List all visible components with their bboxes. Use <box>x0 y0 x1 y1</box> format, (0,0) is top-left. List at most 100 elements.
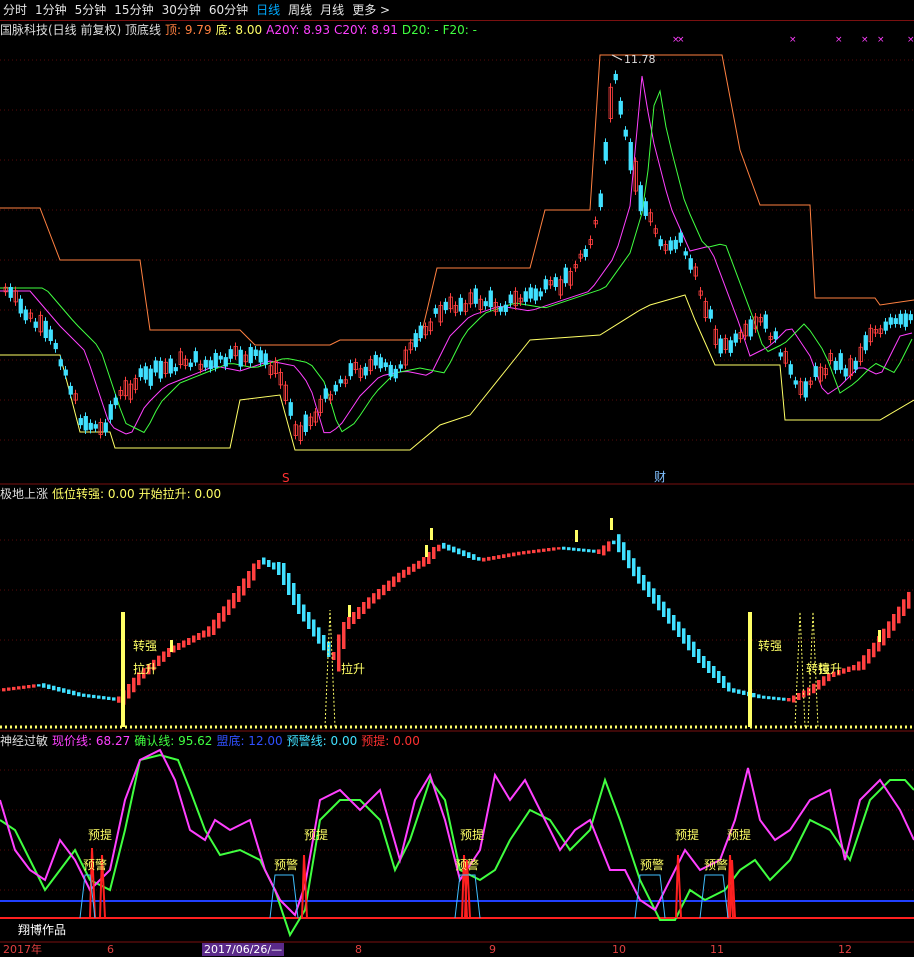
anno-yujing-5: 预警 <box>704 857 728 872</box>
candle-body <box>218 355 223 360</box>
jidi-bar <box>762 695 766 699</box>
jidi-bar <box>657 595 661 611</box>
jidi-bar <box>57 687 61 692</box>
anno-yujing-1: 预警 <box>83 857 107 872</box>
candle-body <box>58 359 63 367</box>
candle-body <box>508 294 513 304</box>
candle-body <box>543 279 548 290</box>
candle-body <box>598 193 603 208</box>
jidi-bar <box>632 558 636 577</box>
candle-body <box>683 251 688 256</box>
jidi-bar <box>682 628 686 644</box>
xaxis-label-11: 11 <box>710 943 724 956</box>
jidi-bar <box>787 698 791 702</box>
zhuanqiang-bar-1 <box>121 612 125 727</box>
x-marker: × <box>835 35 843 45</box>
candle-body <box>8 286 13 298</box>
candle-body <box>678 232 683 243</box>
jidi-bar <box>687 635 691 651</box>
jidi-bar <box>572 547 576 551</box>
candle-body <box>523 291 528 302</box>
jidi-bar <box>107 696 111 700</box>
jidi-bar <box>72 690 76 696</box>
jidi-bar <box>387 580 391 591</box>
jidi-bar <box>697 649 701 663</box>
jidi-bar <box>182 640 186 648</box>
jidi-bar <box>902 599 906 616</box>
jidi-bar <box>642 575 646 591</box>
candle-body <box>113 397 118 406</box>
anno-yujing-3: 预警 <box>455 857 479 872</box>
candle-body <box>188 362 193 367</box>
candle-body <box>833 360 838 371</box>
jidi-bar <box>497 555 501 559</box>
candle-body <box>228 349 233 359</box>
xaxis-cursor-date: 2017/06/26/— <box>202 943 285 956</box>
anno-lasheng-1: 拉升 <box>133 661 157 676</box>
candle-body <box>888 317 893 325</box>
candle-body <box>483 301 488 307</box>
candle-body <box>668 240 673 251</box>
jidi-bar <box>767 696 771 700</box>
jidi-bar <box>62 688 66 693</box>
candle-body <box>853 360 858 370</box>
jidi-bar <box>807 687 811 696</box>
candle-body <box>303 414 308 432</box>
candle-body <box>778 352 783 357</box>
anno-yuti-5: 预提 <box>727 827 751 842</box>
anno-yujing-2: 预警 <box>274 857 298 872</box>
jidi-bar <box>737 689 741 694</box>
signal-tick <box>878 630 881 642</box>
candle-body <box>443 301 448 311</box>
jidi-bar <box>532 549 536 554</box>
jidi-bar <box>392 576 396 587</box>
jidi-bar <box>477 557 481 561</box>
jidi-bar <box>12 686 16 691</box>
candle-body <box>213 352 218 368</box>
candle-body <box>53 342 58 350</box>
yujing-box <box>634 874 666 919</box>
jidi-bar <box>862 655 866 670</box>
candle-body <box>563 267 568 284</box>
xaxis-label-2017: 2017年 <box>3 943 42 956</box>
jidi-bar <box>42 683 46 688</box>
jidi-bar <box>312 619 316 637</box>
x-marker: × <box>907 35 914 45</box>
jidi-bar <box>517 551 521 556</box>
jidi-bar <box>817 680 821 690</box>
jidi-bar <box>672 615 676 631</box>
jidi-bar <box>352 612 356 624</box>
candle-body <box>23 309 28 321</box>
zhuanqiang-bar-2 <box>748 612 752 727</box>
candle-body <box>488 290 493 308</box>
jidi-bar <box>227 599 231 615</box>
jidi-bar <box>772 696 776 700</box>
xaxis-label-6: 6 <box>107 943 114 956</box>
jidi-bar <box>177 643 181 650</box>
candle-body <box>203 359 208 368</box>
candle-body <box>643 201 648 216</box>
candle-body <box>708 309 713 319</box>
jidi-bar <box>842 668 846 674</box>
anno-yuti-2: 预提 <box>304 827 328 842</box>
candle-body <box>528 287 533 299</box>
jidi-bar <box>197 633 201 640</box>
candle-body <box>168 358 173 374</box>
jidi-bar <box>527 550 531 554</box>
jidi-bar <box>247 571 251 588</box>
jidi-bar <box>257 560 261 569</box>
stock-chart-canvas[interactable]: ×× × × × × × 11.78 S 财 转强 拉升 拉升 转强 转强 拉升 预提 预… <box>0 0 914 957</box>
jidi-bar <box>432 547 436 559</box>
jidi-bar <box>597 549 601 554</box>
candle-body <box>433 308 438 314</box>
jidi-bar <box>587 549 591 553</box>
candle-body <box>718 338 723 354</box>
candle-body <box>793 380 798 385</box>
jidi-bar <box>382 584 386 596</box>
xaxis-label-10: 10 <box>612 943 626 956</box>
jidi-bar <box>337 634 341 672</box>
candle-body <box>418 325 423 339</box>
candle-body <box>68 385 73 395</box>
candle-body <box>458 297 463 312</box>
jidi-bar <box>582 548 586 552</box>
